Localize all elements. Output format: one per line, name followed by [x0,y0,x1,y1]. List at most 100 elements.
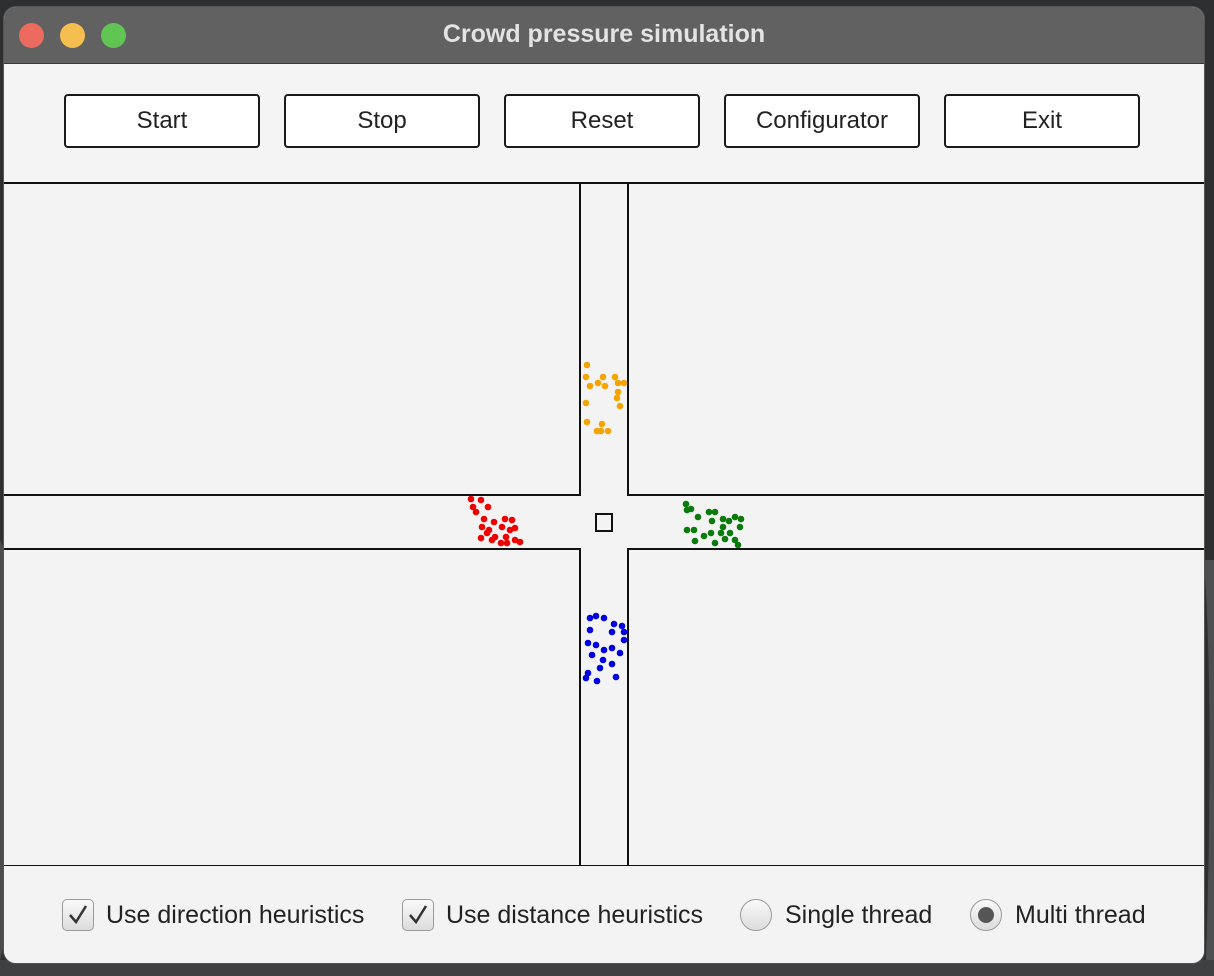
building-bottom-right [627,548,1204,865]
agent-north [594,379,602,387]
agent-east [711,539,719,547]
building-bottom-left [4,548,581,865]
toolbar: Start Stop Reset Configurator Exit [4,64,1204,183]
agent-west [502,533,510,541]
single-thread-radio[interactable] [740,899,772,931]
direction-heuristics-label: Use direction heuristics [106,900,365,929]
multi-thread-option[interactable]: Multi thread [970,896,1146,934]
multi-thread-label: Multi thread [1015,900,1146,929]
agent-south [599,656,607,664]
agent-south [586,626,594,634]
distance-heuristics-checkbox[interactable] [402,899,434,931]
agent-east [734,541,742,549]
agent-south [592,612,600,620]
agent-west [511,524,519,532]
agent-east [726,529,734,537]
agent-south [600,614,608,622]
agent-south [584,639,592,647]
agent-north [586,382,594,390]
agent-south [608,644,616,652]
agent-west [472,508,480,516]
agent-west [467,495,475,503]
agent-west [503,539,511,547]
agent-east [737,515,745,523]
distance-heuristics-label: Use distance heuristics [446,900,704,929]
options-bar: Use direction heuristics Use distance he… [4,866,1204,963]
agent-north [582,373,590,381]
checkmark-icon [69,905,88,925]
agent-south [620,628,628,636]
agent-west [483,529,491,537]
agent-north [614,379,622,387]
agent-north [614,388,622,396]
single-thread-label: Single thread [785,900,933,929]
agent-west [498,523,506,531]
agent-west [501,515,509,523]
agent-east [682,500,690,508]
agent-north [611,373,619,381]
agent-east [700,532,708,540]
agent-east [705,508,713,516]
agent-north [583,418,591,426]
agent-west [491,533,499,541]
agent-north [616,402,624,410]
agent-east [683,506,691,514]
agent-west [477,534,485,542]
agent-north [582,399,590,407]
agent-east [719,523,727,531]
agent-west [478,523,486,531]
exit-button[interactable]: Exit [944,94,1140,148]
agent-west [480,515,488,523]
stop-button[interactable]: Stop [284,94,480,148]
direction-heuristics-option[interactable]: Use direction heuristics [62,896,364,934]
title-bar: Crowd pressure simulation [4,7,1204,64]
agent-south [618,622,626,630]
agent-south [593,677,601,685]
agent-east [717,529,725,537]
distance-heuristics-option[interactable]: Use distance heuristics [402,896,703,934]
agent-south [588,651,596,659]
agent-east [711,508,719,516]
agent-north [599,373,607,381]
agent-south [608,628,616,636]
building-top-right [627,184,1204,496]
agent-north [620,379,628,387]
agent-east [694,513,702,521]
radio-selected-dot [978,907,994,923]
agent-east [690,526,698,534]
agent-west [477,496,485,504]
agent-south [582,674,590,682]
window-title: Crowd pressure simulation [442,20,766,48]
agent-east [731,513,739,521]
agent-west [497,539,505,547]
agent-south [608,660,616,668]
agent-south [586,614,594,622]
agent-north [601,382,609,390]
checkmark-icon [409,905,428,925]
agent-south [620,636,628,644]
agent-south [612,673,620,681]
agent-east [736,523,744,531]
reset-button[interactable]: Reset [504,94,700,148]
agent-south [592,641,600,649]
single-thread-option[interactable]: Single thread [740,896,932,934]
agent-east [683,526,691,534]
agent-west [490,518,498,526]
start-button[interactable]: Start [64,94,260,148]
direction-heuristics-checkbox[interactable] [62,899,94,931]
agent-south [616,649,624,657]
multi-thread-radio[interactable] [970,899,1002,931]
agent-east [691,537,699,545]
agent-north [583,361,591,369]
agent-north [604,427,612,435]
simulation-canvas[interactable] [4,182,1204,867]
agent-south [600,646,608,654]
simulation-map [4,184,1204,865]
agent-east [721,535,729,543]
agent-north [598,420,606,428]
agent-west [516,538,524,546]
agent-east [719,515,727,523]
agent-north [597,427,605,435]
configurator-button[interactable]: Configurator [724,94,920,148]
intersection-marker [595,513,613,532]
